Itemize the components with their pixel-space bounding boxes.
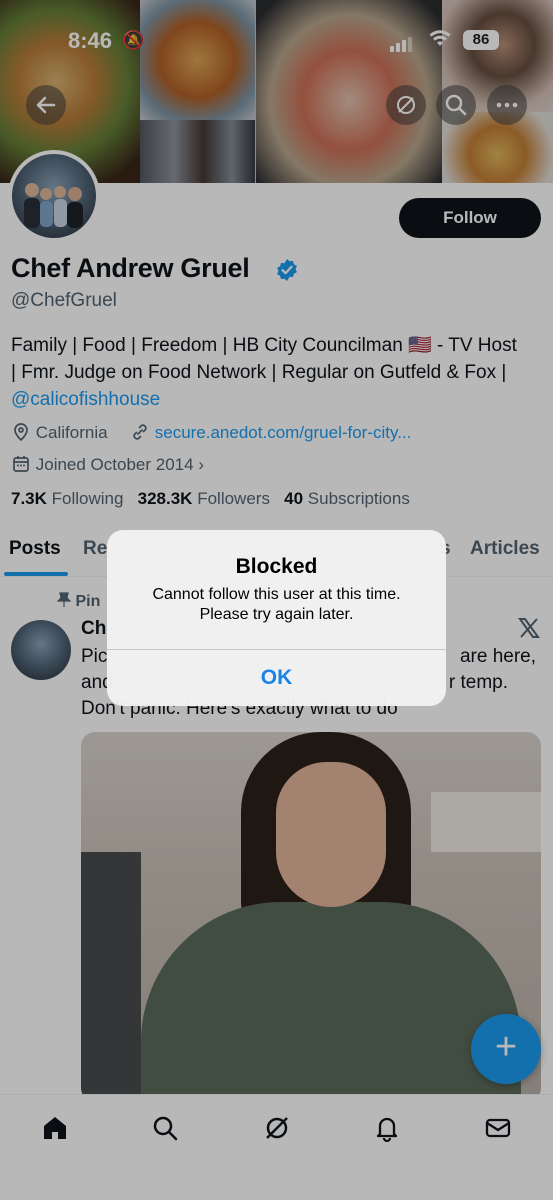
alert-title: Blocked — [235, 555, 318, 578]
alert-ok-button[interactable]: OK — [107, 650, 446, 706]
blocked-alert-dialog: Blocked Cannot follow this user at this … — [107, 530, 446, 706]
alert-message: Cannot follow this user at this time. Pl… — [152, 586, 401, 623]
